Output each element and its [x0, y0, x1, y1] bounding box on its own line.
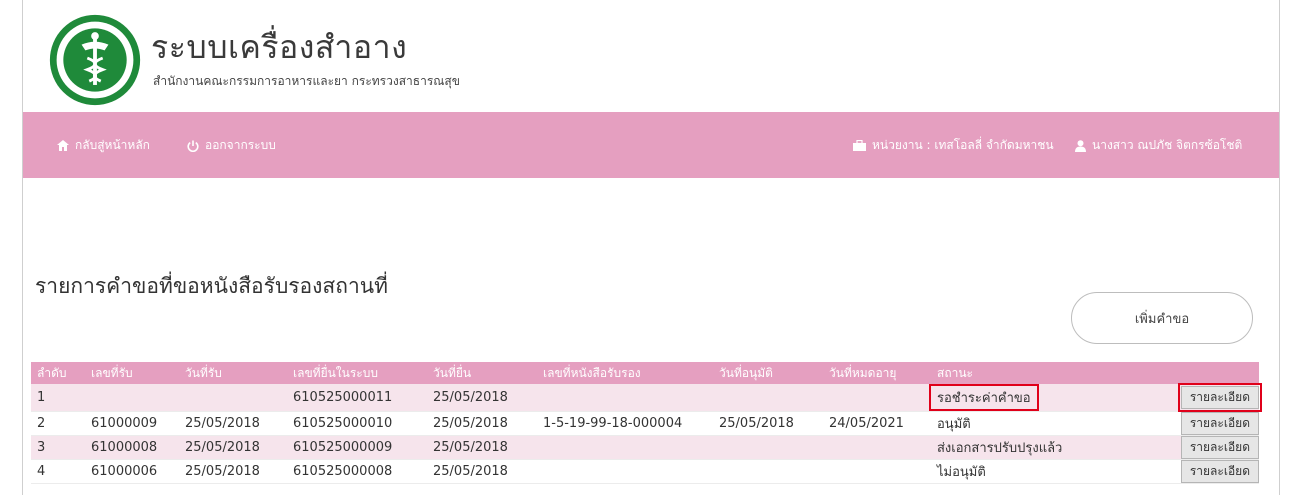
cell-action: รายละเอียด: [1127, 411, 1259, 436]
cell-approve-date: [713, 459, 823, 484]
cell-receive-date: 25/05/2018: [179, 411, 287, 436]
cell-submit-date: 25/05/2018: [427, 435, 537, 460]
cell-no: 4: [31, 459, 85, 484]
col-header-system-no: เลขที่ยื่นในระบบ: [287, 362, 427, 384]
table-row: 1 610525000011 25/05/2018 รอชำระค่าคำขอ …: [31, 383, 1263, 412]
cell-receive-no: [85, 384, 179, 412]
cell-status: รอชำระค่าคำขอ: [929, 384, 1127, 412]
home-link-label: กลับสู่หน้าหลัก: [75, 138, 150, 152]
add-request-button[interactable]: เพิ่มคำขอ: [1071, 292, 1253, 344]
cell-cert-no: [537, 384, 713, 412]
app-frame: ระบบเครื่องสำอาง สำนักงานคณะกรรมการอาหาร…: [22, 0, 1280, 495]
col-header-submit-date: วันที่ยื่น: [427, 362, 537, 384]
top-navbar: กลับสู่หน้าหลัก ออกจากระบบ หน่วยงาน : เท…: [23, 112, 1279, 178]
table-header-row: ลำดับ เลขที่รับ วันที่รับ เลขที่ยื่นในระ…: [31, 362, 1259, 384]
unit-label: หน่วยงาน : เทสโอลลี่ จำกัดมหาชน: [872, 138, 1054, 152]
cell-receive-no: 61000006: [85, 459, 179, 484]
cell-expire-date: 24/05/2021: [823, 411, 931, 436]
requests-table: ลำดับ เลขที่รับ วันที่รับ เลขที่ยื่นในระ…: [31, 362, 1263, 484]
app-header: ระบบเครื่องสำอาง สำนักงานคณะกรรมการอาหาร…: [23, 0, 1279, 112]
col-header-receive-date: วันที่รับ: [179, 362, 287, 384]
cell-submit-date: 25/05/2018: [427, 411, 537, 436]
table-row: 4 61000006 25/05/2018 610525000008 25/05…: [31, 459, 1259, 484]
home-icon: [57, 140, 69, 151]
app-subtitle: สำนักงานคณะกรรมการอาหารและยา กระทรวงสาธา…: [153, 74, 460, 88]
user-info[interactable]: นางสาว ณปภัช จิตกรซ้อโชติ: [1075, 136, 1242, 155]
cell-submit-date: 25/05/2018: [427, 384, 537, 412]
unit-info: หน่วยงาน : เทสโอลลี่ จำกัดมหาชน: [853, 136, 1054, 155]
logout-link-label: ออกจากระบบ: [205, 138, 276, 152]
cell-receive-date: [179, 384, 287, 412]
cell-cert-no: [537, 459, 713, 484]
cell-cert-no: [537, 435, 713, 460]
cell-receive-date: 25/05/2018: [179, 435, 287, 460]
cell-expire-date: [823, 384, 931, 412]
cell-receive-no: 61000009: [85, 411, 179, 436]
cell-no: 1: [31, 384, 85, 412]
cell-action: รายละเอียด: [1127, 459, 1259, 484]
cell-cert-no: 1-5-19-99-18-000004: [537, 411, 713, 436]
table-row: 2 61000009 25/05/2018 610525000010 25/05…: [31, 411, 1259, 436]
cell-system-no: 610525000011: [287, 384, 427, 412]
cell-status: อนุมัติ: [931, 411, 1127, 436]
detail-button[interactable]: รายละเอียด: [1180, 436, 1259, 459]
power-icon: [187, 140, 199, 152]
detail-button[interactable]: รายละเอียด: [1180, 460, 1259, 483]
col-header-action: [1127, 362, 1259, 384]
cell-receive-date: 25/05/2018: [179, 459, 287, 484]
status-text: รอชำระค่าคำขอ: [929, 384, 1039, 411]
detail-button[interactable]: รายละเอียด: [1180, 412, 1259, 435]
cell-no: 2: [31, 411, 85, 436]
detail-button[interactable]: รายละเอียด: [1177, 383, 1263, 412]
home-link[interactable]: กลับสู่หน้าหลัก: [57, 136, 150, 155]
table-row: 3 61000008 25/05/2018 610525000009 25/05…: [31, 435, 1259, 460]
cell-no: 3: [31, 435, 85, 460]
cell-system-no: 610525000008: [287, 459, 427, 484]
user-name: นางสาว ณปภัช จิตกรซ้อโชติ: [1092, 138, 1243, 152]
cell-status: ส่งเอกสารปรับปรุงแล้ว: [931, 435, 1127, 460]
cell-expire-date: [823, 459, 931, 484]
col-header-expire-date: วันที่หมดอายุ: [823, 362, 931, 384]
cell-approve-date: [713, 435, 823, 460]
col-header-approve-date: วันที่อนุมัติ: [713, 362, 823, 384]
app-title: ระบบเครื่องสำอาง: [151, 28, 408, 66]
col-header-receive-no: เลขที่รับ: [85, 362, 179, 384]
cell-action: รายละเอียด: [1127, 435, 1259, 460]
col-header-cert-no: เลขที่หนังสือรับรอง: [537, 362, 713, 384]
logout-link[interactable]: ออกจากระบบ: [187, 136, 276, 155]
cell-submit-date: 25/05/2018: [427, 459, 537, 484]
cell-approve-date: [713, 384, 823, 412]
ministry-logo: [49, 14, 141, 106]
briefcase-icon: [853, 140, 866, 151]
user-icon: [1075, 139, 1086, 152]
cell-system-no: 610525000010: [287, 411, 427, 436]
cell-system-no: 610525000009: [287, 435, 427, 460]
cell-action: รายละเอียด: [1127, 383, 1263, 412]
cell-status: ไม่อนุมัติ: [931, 459, 1127, 484]
col-header-status: สถานะ: [931, 362, 1127, 384]
cell-expire-date: [823, 435, 931, 460]
page-title: รายการคำขอที่ขอหนังสือรับรองสถานที่: [35, 274, 388, 298]
col-header-no: ลำดับ: [31, 362, 85, 384]
cell-approve-date: 25/05/2018: [713, 411, 823, 436]
cell-receive-no: 61000008: [85, 435, 179, 460]
